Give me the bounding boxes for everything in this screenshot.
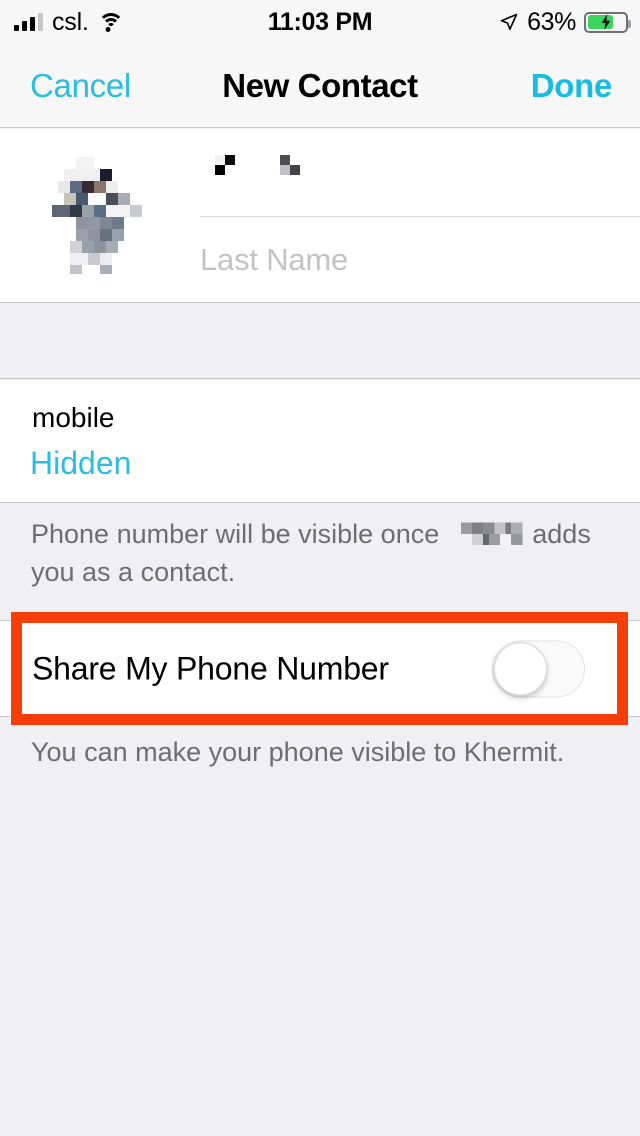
phone-row[interactable]: mobile Hidden: [0, 380, 640, 503]
phone-label: mobile: [32, 402, 115, 433]
name-fields: Last Name: [200, 129, 640, 303]
contact-photo-redacted[interactable]: [34, 151, 166, 283]
cancel-button[interactable]: Cancel: [30, 67, 131, 105]
share-my-phone-number-row[interactable]: Share My Phone Number: [0, 620, 640, 717]
toggle-knob: [494, 642, 547, 695]
lightning-bolt-icon: [601, 14, 611, 30]
contact-name-section: Last Name: [0, 129, 640, 303]
section-gap: [0, 304, 640, 379]
phone-visibility-footer: Phone number will be visible once adds y…: [0, 504, 640, 608]
empty-area: [0, 784, 640, 1136]
share-phone-label: Share My Phone Number: [32, 650, 389, 686]
status-bar-right: 63%: [499, 7, 631, 37]
footer-text-before: Phone number will be visible once: [31, 519, 440, 549]
phone-value[interactable]: Hidden: [30, 445, 131, 482]
footer-redacted-name-block: [447, 517, 525, 554]
redaction-pixels-icon: [200, 150, 350, 190]
battery-percent-label: 63%: [527, 7, 576, 36]
last-name-field[interactable]: Last Name: [200, 216, 640, 303]
redaction-pixels-icon: [449, 517, 523, 546]
phone-visibility-footer-text: Phone number will be visible once adds y…: [31, 516, 621, 590]
iphone-screen: csl. 11:03 PM 63% Cancel New Contact Don…: [0, 0, 640, 1136]
first-name-field[interactable]: [200, 129, 640, 216]
done-button[interactable]: Done: [531, 67, 613, 105]
navigation-bar: Cancel New Contact Done: [0, 44, 640, 128]
battery-charging-icon: [584, 11, 631, 33]
avatar-pixelated-image: [34, 151, 166, 283]
first-name-redacted-block: [200, 150, 350, 195]
last-name-placeholder: Last Name: [200, 242, 349, 277]
location-arrow-icon: [500, 13, 518, 30]
status-bar: csl. 11:03 PM 63%: [0, 0, 640, 44]
share-phone-footer: You can make your phone visible to Kherm…: [0, 728, 640, 784]
share-phone-footer-text: You can make your phone visible to Kherm…: [31, 737, 565, 767]
share-phone-toggle[interactable]: [492, 640, 585, 697]
